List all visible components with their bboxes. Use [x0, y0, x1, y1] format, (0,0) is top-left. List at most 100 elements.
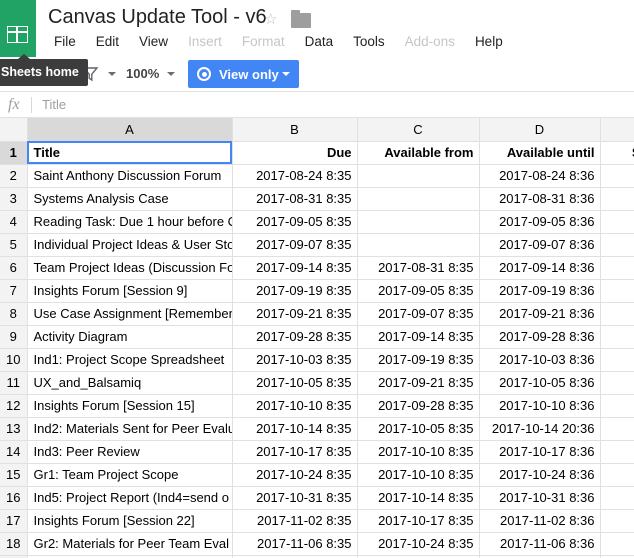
cell-c15[interactable]: 2017-10-10 8:35 [357, 463, 480, 487]
cell-d1[interactable]: Available until [479, 141, 601, 165]
cell-c5[interactable] [357, 233, 480, 257]
cell-c13[interactable]: 2017-10-05 8:35 [357, 417, 480, 441]
column-header-a[interactable]: A [27, 118, 233, 142]
row-number-17[interactable]: 17 [0, 509, 28, 533]
cell-b13[interactable]: 2017-10-14 8:35 [232, 417, 358, 441]
cell-e17[interactable] [600, 509, 634, 533]
cell-a3[interactable]: Systems Analysis Case [27, 187, 233, 211]
cell-b5[interactable]: 2017-09-07 8:35 [232, 233, 358, 257]
row-number-10[interactable]: 10 [0, 348, 28, 372]
select-all-corner[interactable] [0, 118, 28, 142]
formula-bar-input[interactable]: Title [42, 97, 66, 112]
cell-d3[interactable]: 2017-08-31 8:36 [479, 187, 601, 211]
cell-c14[interactable]: 2017-10-10 8:35 [357, 440, 480, 464]
cell-b6[interactable]: 2017-09-14 8:35 [232, 256, 358, 280]
cell-b15[interactable]: 2017-10-24 8:35 [232, 463, 358, 487]
column-header-d[interactable]: D [479, 118, 601, 142]
cell-d18[interactable]: 2017-11-06 8:36 [479, 532, 601, 556]
cell-e7[interactable] [600, 279, 634, 303]
cell-a6[interactable]: Team Project Ideas (Discussion Fo [27, 256, 233, 280]
cell-b9[interactable]: 2017-09-28 8:35 [232, 325, 358, 349]
menu-item-tools[interactable]: Tools [343, 32, 395, 51]
column-header-c[interactable]: C [357, 118, 480, 142]
folder-icon[interactable] [291, 10, 311, 28]
row-number-14[interactable]: 14 [0, 440, 28, 464]
cell-e2[interactable] [600, 164, 634, 188]
cell-b3[interactable]: 2017-08-31 8:35 [232, 187, 358, 211]
row-number-15[interactable]: 15 [0, 463, 28, 487]
cell-c4[interactable] [357, 210, 480, 234]
row-number-7[interactable]: 7 [0, 279, 28, 303]
cell-a5[interactable]: Individual Project Ideas & User Sto [27, 233, 233, 257]
cell-d9[interactable]: 2017-09-28 8:36 [479, 325, 601, 349]
cell-d10[interactable]: 2017-10-03 8:36 [479, 348, 601, 372]
cell-d4[interactable]: 2017-09-05 8:36 [479, 210, 601, 234]
cell-b17[interactable]: 2017-11-02 8:35 [232, 509, 358, 533]
row-number-11[interactable]: 11 [0, 371, 28, 395]
cell-a2[interactable]: Saint Anthony Discussion Forum [27, 164, 233, 188]
zoom-level-value[interactable]: 100% [126, 66, 159, 81]
cell-d11[interactable]: 2017-10-05 8:36 [479, 371, 601, 395]
view-only-caret-icon[interactable] [282, 72, 290, 76]
cell-e16[interactable] [600, 486, 634, 510]
cell-c3[interactable] [357, 187, 480, 211]
cell-b11[interactable]: 2017-10-05 8:35 [232, 371, 358, 395]
cell-b1[interactable]: Due [232, 141, 358, 165]
cell-e1[interactable]: S [600, 141, 634, 165]
cell-b10[interactable]: 2017-10-03 8:35 [232, 348, 358, 372]
cell-e18[interactable] [600, 532, 634, 556]
cell-c2[interactable] [357, 164, 480, 188]
row-number-12[interactable]: 12 [0, 394, 28, 418]
cell-b18[interactable]: 2017-11-06 8:35 [232, 532, 358, 556]
cell-e8[interactable] [600, 302, 634, 326]
cell-a17[interactable]: Insights Forum [Session 22] [27, 509, 233, 533]
cell-e14[interactable] [600, 440, 634, 464]
cell-b12[interactable]: 2017-10-10 8:35 [232, 394, 358, 418]
spreadsheet-grid[interactable]: A B C D 1 Title Due Available from Avail… [0, 118, 634, 558]
cell-a18[interactable]: Gr2: Materials for Peer Team Eval [27, 532, 233, 556]
row-number-6[interactable]: 6 [0, 256, 28, 280]
cell-d6[interactable]: 2017-09-14 8:36 [479, 256, 601, 280]
cell-d12[interactable]: 2017-10-10 8:36 [479, 394, 601, 418]
cell-a11[interactable]: UX_and_Balsamiq [27, 371, 233, 395]
row-number-4[interactable]: 4 [0, 210, 28, 234]
cell-a13[interactable]: Ind2: Materials Sent for Peer Evalu [27, 417, 233, 441]
cell-c8[interactable]: 2017-09-07 8:35 [357, 302, 480, 326]
row-number-3[interactable]: 3 [0, 187, 28, 211]
row-number-9[interactable]: 9 [0, 325, 28, 349]
cell-c1[interactable]: Available from [357, 141, 480, 165]
cell-e3[interactable] [600, 187, 634, 211]
cell-c12[interactable]: 2017-09-28 8:35 [357, 394, 480, 418]
row-number-8[interactable]: 8 [0, 302, 28, 326]
cell-e5[interactable] [600, 233, 634, 257]
menu-item-data[interactable]: Data [295, 32, 344, 51]
cell-e13[interactable] [600, 417, 634, 441]
cell-a8[interactable]: Use Case Assignment [Remember [27, 302, 233, 326]
cell-a14[interactable]: Ind3: Peer Review [27, 440, 233, 464]
cell-d15[interactable]: 2017-10-24 8:36 [479, 463, 601, 487]
cell-a15[interactable]: Gr1: Team Project Scope [27, 463, 233, 487]
cell-c10[interactable]: 2017-09-19 8:35 [357, 348, 480, 372]
cell-a7[interactable]: Insights Forum [Session 9] [27, 279, 233, 303]
cell-d13[interactable]: 2017-10-14 20:36 [479, 417, 601, 441]
cell-d2[interactable]: 2017-08-24 8:36 [479, 164, 601, 188]
cell-c11[interactable]: 2017-09-21 8:35 [357, 371, 480, 395]
cell-a4[interactable]: Reading Task: Due 1 hour before C [27, 210, 233, 234]
row-number-5[interactable]: 5 [0, 233, 28, 257]
cell-b16[interactable]: 2017-10-31 8:35 [232, 486, 358, 510]
filter-dropdown-caret-icon[interactable] [108, 72, 116, 76]
cell-a16[interactable]: Ind5: Project Report (Ind4=send o [27, 486, 233, 510]
cell-c18[interactable]: 2017-10-24 8:35 [357, 532, 480, 556]
cell-e4[interactable] [600, 210, 634, 234]
cell-b2[interactable]: 2017-08-24 8:35 [232, 164, 358, 188]
cell-a12[interactable]: Insights Forum [Session 15] [27, 394, 233, 418]
star-icon[interactable]: ☆ [264, 12, 277, 27]
cell-d17[interactable]: 2017-11-02 8:36 [479, 509, 601, 533]
row-number-2[interactable]: 2 [0, 164, 28, 188]
cell-c16[interactable]: 2017-10-14 8:35 [357, 486, 480, 510]
cell-e12[interactable] [600, 394, 634, 418]
cell-c9[interactable]: 2017-09-14 8:35 [357, 325, 480, 349]
view-only-button[interactable]: View only [188, 60, 299, 88]
cell-e11[interactable] [600, 371, 634, 395]
cell-e10[interactable] [600, 348, 634, 372]
